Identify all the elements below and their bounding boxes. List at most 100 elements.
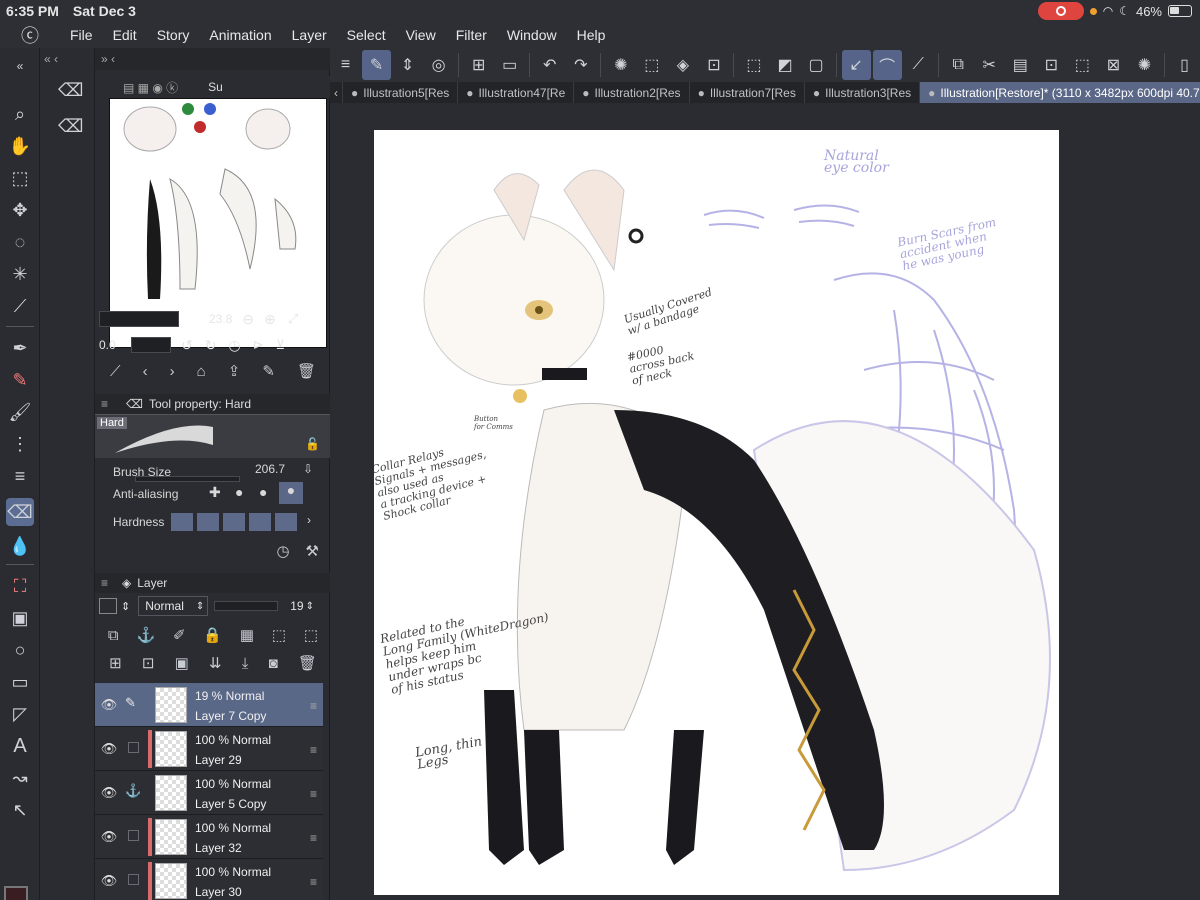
settings-icon[interactable]: ✺ bbox=[1130, 50, 1159, 80]
back-icon[interactable]: ‹ bbox=[143, 363, 148, 380]
copy-icon[interactable]: ⧉ bbox=[944, 50, 973, 80]
pen-tool-icon[interactable]: ✒ bbox=[6, 334, 34, 362]
blend-mode-select[interactable]: Normal ⇕ bbox=[138, 596, 209, 616]
transfer-down-icon[interactable]: ⇊ bbox=[209, 654, 222, 672]
drag-handle-icon[interactable]: ≡ bbox=[310, 699, 317, 713]
balloon-tool-icon[interactable]: ↝ bbox=[6, 764, 34, 792]
layer-mask-icon[interactable]: ◙ bbox=[269, 655, 278, 672]
text-tool-icon[interactable]: A bbox=[6, 732, 34, 760]
lock-layer-icon[interactable]: 🔒 bbox=[203, 626, 222, 644]
delete-layer-icon[interactable]: 🗑 bbox=[298, 654, 317, 672]
menu-animation[interactable]: Animation bbox=[199, 27, 281, 43]
figure-tool-icon[interactable]: ○ bbox=[6, 636, 34, 664]
collapse-subtool-icon[interactable]: « ‹ bbox=[44, 52, 58, 66]
eye-icon[interactable]: 👁 bbox=[100, 697, 118, 713]
tab-illustration3[interactable]: ● Illustration3[Res bbox=[805, 82, 921, 103]
tab-illustration5[interactable]: ● Illustration5[Res bbox=[343, 82, 459, 103]
pencil-tool-icon[interactable]: ✎ bbox=[6, 366, 34, 394]
move-tool-icon[interactable]: ✥ bbox=[6, 196, 34, 224]
trash-icon[interactable]: 🗑 bbox=[297, 362, 316, 380]
reference-layer-icon[interactable]: ⚓ bbox=[136, 626, 155, 644]
eye-icon[interactable]: 👁 bbox=[100, 785, 118, 801]
eyedropper-tool-icon[interactable]: ⟋ bbox=[6, 292, 34, 320]
hardness-more-icon[interactable]: › bbox=[307, 513, 311, 527]
eraser-tool-icon[interactable]: ⌫ bbox=[6, 498, 34, 526]
open-file-icon[interactable]: ▭ bbox=[495, 50, 524, 80]
mask-toggle-icon[interactable]: ⬚ bbox=[304, 626, 318, 644]
correct-line-tool-icon[interactable]: ↖ bbox=[6, 796, 34, 824]
tab-illustration-active[interactable]: ● Illustration[Restore]* (3110 x 3482px 6… bbox=[920, 82, 1200, 103]
fill-tool-icon[interactable]: ⛶ bbox=[6, 572, 34, 600]
opacity-stepper-icon[interactable]: ⇕ bbox=[306, 601, 314, 612]
zoom-out-icon[interactable]: ⊖ bbox=[242, 311, 254, 328]
zoom-tool-icon[interactable]: ⌕ bbox=[6, 100, 34, 128]
menu-file[interactable]: File bbox=[60, 27, 103, 43]
lock-icon[interactable]: 🔓 bbox=[305, 437, 320, 451]
menu-story[interactable]: Story bbox=[147, 27, 200, 43]
menu-lines-icon[interactable]: ≡ bbox=[101, 397, 108, 411]
mask-icon[interactable]: ⬚ bbox=[272, 626, 286, 644]
new-raster-layer-icon[interactable]: ⊞ bbox=[109, 654, 122, 672]
open-folder-icon[interactable]: ⌂ bbox=[197, 363, 206, 380]
flip-vertical-icon[interactable]: ⊻ bbox=[276, 337, 286, 353]
loading-icon[interactable]: ✺ bbox=[606, 50, 635, 80]
selection-icon[interactable]: ⬚ bbox=[637, 50, 666, 80]
invert-selection-icon[interactable]: ◩ bbox=[770, 50, 799, 80]
eye-icon[interactable]: 👁 bbox=[100, 829, 118, 845]
hamburger-icon[interactable]: ≡ bbox=[331, 50, 360, 80]
reset-icon[interactable]: ◷ bbox=[276, 542, 289, 560]
layer-checkbox[interactable] bbox=[128, 830, 139, 841]
edit-icon[interactable]: ✎ bbox=[262, 362, 275, 380]
layer-row[interactable]: 👁 100 % Normal Layer 30 ≡ bbox=[95, 859, 323, 900]
layer-row[interactable]: 👁 100 % Normal Layer 29 ≡ bbox=[95, 727, 323, 771]
forward-icon[interactable]: › bbox=[170, 363, 175, 380]
brush-snap-icon[interactable]: ⌒ bbox=[872, 50, 902, 80]
drag-handle-icon[interactable]: ≡ bbox=[310, 831, 317, 845]
settings-wrench-icon[interactable]: ⚒ bbox=[306, 542, 319, 560]
import-icon[interactable]: ⇪ bbox=[228, 362, 241, 380]
new-folder-icon[interactable]: ▣ bbox=[175, 654, 189, 672]
layer-row[interactable]: 👁 100 % Normal Layer 32 ≡ bbox=[95, 815, 323, 859]
app-icon[interactable]: ◎ bbox=[424, 50, 453, 80]
drag-handle-icon[interactable]: ≡ bbox=[310, 787, 317, 801]
soft-eraser-subtool-icon[interactable]: ⌫ bbox=[58, 116, 83, 137]
navigator-tab-icons[interactable]: ▤ ▦ ◉ ⓚ bbox=[123, 79, 178, 96]
rotate-left-icon[interactable]: ↺ bbox=[181, 337, 193, 354]
free-transform-icon[interactable]: ⊡ bbox=[1037, 50, 1066, 80]
color-swatches[interactable] bbox=[4, 886, 38, 900]
eye-icon[interactable]: 👁 bbox=[100, 741, 118, 757]
aa-none-icon[interactable]: ✚ bbox=[209, 484, 221, 501]
rotate-slider[interactable] bbox=[131, 337, 171, 353]
fill-icon[interactable]: ◈ bbox=[668, 50, 697, 80]
menu-edit[interactable]: Edit bbox=[103, 27, 147, 43]
blend-tool-icon[interactable]: 💧 bbox=[6, 532, 34, 560]
drag-handle-icon[interactable]: ≡ bbox=[310, 743, 317, 757]
brush-preview[interactable]: Hard 🔓 bbox=[95, 414, 330, 458]
draft-layer-icon[interactable]: ✐ bbox=[173, 626, 186, 644]
tab-illustration2[interactable]: ● Illustration2[Res bbox=[574, 82, 690, 103]
layer-row[interactable]: 👁 ⚓ 100 % Normal Layer 5 Copy ≡ bbox=[95, 771, 323, 815]
crop-icon[interactable]: ⊠ bbox=[1099, 50, 1128, 80]
decoration-tool-icon[interactable]: ≡ bbox=[6, 462, 34, 490]
menu-window[interactable]: Window bbox=[497, 27, 567, 43]
magic-wand-tool-icon[interactable]: ✳ bbox=[6, 260, 34, 288]
hand-tool-icon[interactable]: ✋ bbox=[6, 132, 34, 160]
ruler-snap-icon[interactable]: ↙ bbox=[841, 50, 871, 80]
snap-icon[interactable]: ⟋ bbox=[904, 50, 933, 80]
undo-icon[interactable]: ↶ bbox=[535, 50, 564, 80]
layer-checkbox[interactable] bbox=[128, 874, 139, 885]
new-file-icon[interactable]: ⊞ bbox=[464, 50, 493, 80]
layer-color-icon[interactable] bbox=[99, 598, 117, 614]
transform-icon[interactable]: ⊡ bbox=[699, 50, 728, 80]
tab-illustration7[interactable]: ● Illustration7[Res bbox=[690, 82, 805, 103]
menu-select[interactable]: Select bbox=[337, 27, 396, 43]
layer-menu-icon[interactable]: ≡ bbox=[101, 576, 108, 590]
gradient-tool-icon[interactable]: ▣ bbox=[6, 604, 34, 632]
aa-medium-icon[interactable]: ● bbox=[259, 484, 267, 500]
lasso-tool-icon[interactable]: ◌ bbox=[6, 228, 34, 256]
layer-color-stepper-icon[interactable]: ⇕ bbox=[121, 600, 130, 613]
drawing-canvas[interactable]: Natural eye color Burn Scars from accide… bbox=[374, 130, 1059, 895]
fit-view-icon[interactable]: ⤢ bbox=[288, 311, 298, 327]
paste-icon[interactable]: ▤ bbox=[1006, 50, 1035, 80]
clip-layer-icon[interactable]: ⧉ bbox=[108, 627, 119, 644]
